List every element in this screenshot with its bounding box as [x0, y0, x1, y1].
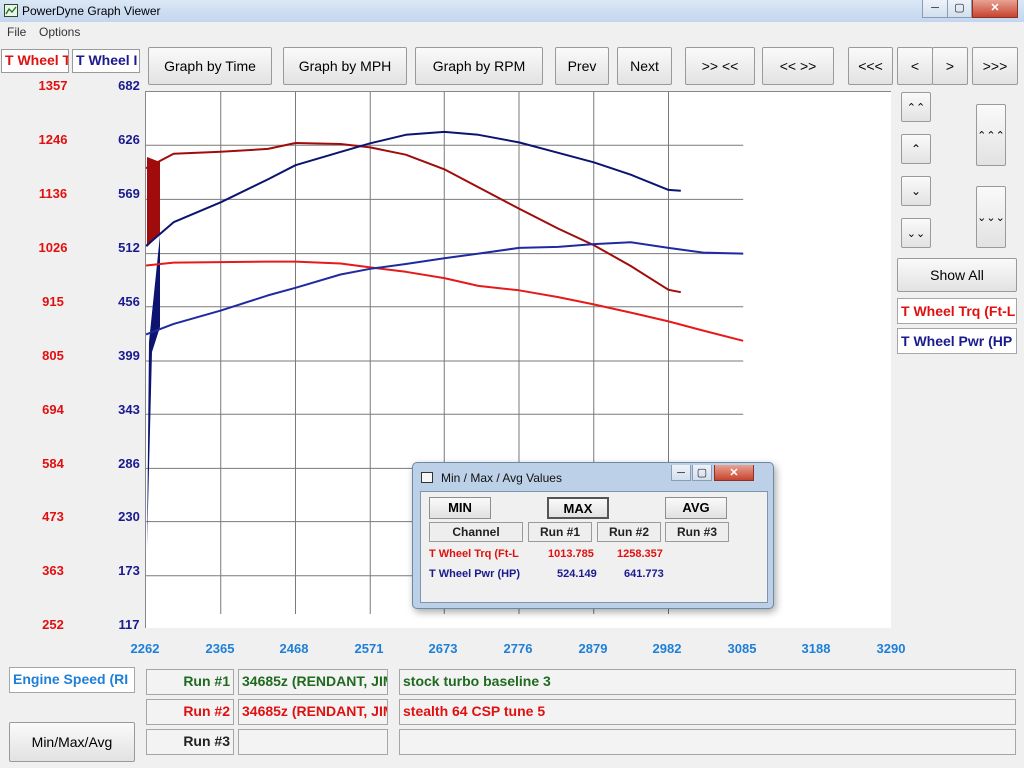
run1-description: stock turbo baseline 3	[399, 669, 1016, 695]
rpm-tick: 3188	[801, 641, 831, 656]
torque-tick: 1246	[38, 132, 68, 147]
run2-label: Run #2	[146, 699, 234, 725]
run1-header: Run #1	[528, 522, 592, 542]
torque-tick: 252	[42, 617, 64, 632]
torque-tick: 1136	[38, 186, 68, 201]
scroll-up-button[interactable]: ⌃	[901, 134, 931, 164]
run2-header: Run #2	[597, 522, 661, 542]
next-button[interactable]: Next	[617, 47, 672, 85]
rpm-tick: 2571	[354, 641, 384, 656]
scroll-right-button[interactable]: >	[932, 47, 968, 85]
dialog-body: MIN MAX AVG Channel Run #1 Run #2 Run #3…	[420, 491, 768, 603]
torque-tick: 805	[42, 348, 64, 363]
torque-tick: 584	[42, 456, 64, 471]
channel-header: Channel	[429, 522, 523, 542]
dialog-close-button[interactable]: ✕	[714, 465, 754, 481]
close-button[interactable]: ✕	[972, 0, 1018, 18]
torque-launch-spike	[147, 157, 160, 247]
run1-label: Run #1	[146, 669, 234, 695]
power-launch-spike	[147, 235, 160, 547]
torque-tick: 1026	[38, 240, 68, 255]
minimize-button[interactable]: ─	[922, 0, 948, 18]
rpm-tick: 2673	[428, 641, 458, 656]
torque-tick: 473	[42, 509, 64, 524]
torque-tick: 1357	[38, 78, 68, 93]
power-tick: 456	[118, 294, 140, 309]
power-tick: 343	[118, 402, 140, 417]
menu-bar: File Options	[0, 22, 1024, 42]
graph-by-time-button[interactable]: Graph by Time	[148, 47, 272, 85]
maximize-button[interactable]: ▢	[947, 0, 972, 18]
legend-power[interactable]: T Wheel Pwr (HP	[897, 328, 1017, 354]
avg-button[interactable]: AVG	[665, 497, 727, 519]
window-title: PowerDyne Graph Viewer	[22, 4, 161, 18]
torque-tick: 694	[42, 402, 64, 417]
run1-file: 34685z (RENDANT, JIM	[238, 669, 388, 695]
min-max-avg-dialog: Min / Max / Avg Values ─ ▢ ✕ MIN MAX AVG…	[412, 462, 774, 609]
scroll-far-left-button[interactable]: <<<	[848, 47, 893, 85]
min-max-avg-button[interactable]: Min/Max/Avg	[9, 722, 135, 762]
power-tick: 682	[118, 78, 140, 93]
power-tick: 286	[118, 456, 140, 471]
torque-run2-value: 1258.357	[617, 548, 663, 560]
power-tick: 569	[118, 186, 140, 201]
title-bar: PowerDyne Graph Viewer ─ ▢ ✕	[0, 0, 1024, 22]
power-tick: 512	[118, 240, 140, 255]
dialog-window-icon	[421, 472, 433, 483]
rpm-tick: 3085	[727, 641, 757, 656]
scroll-down-button[interactable]: ⌄	[901, 176, 931, 206]
menu-file[interactable]: File	[7, 25, 26, 39]
zoom-out-button[interactable]: << >>	[762, 47, 834, 85]
run2-file: 34685z (RENDANT, JIM	[238, 699, 388, 725]
run2-description: stealth 64 CSP tune 5	[399, 699, 1016, 725]
power-tick: 399	[118, 348, 140, 363]
torque-channel-name: T Wheel Trq (Ft-L	[429, 548, 519, 560]
prev-button[interactable]: Prev	[555, 47, 609, 85]
power-run2-line	[145, 130, 681, 247]
app-icon	[4, 4, 18, 17]
rpm-tick: 2776	[503, 641, 533, 656]
legend-torque[interactable]: T Wheel Trq (Ft-L	[897, 298, 1017, 324]
run3-description	[399, 729, 1016, 755]
max-button[interactable]: MAX	[547, 497, 609, 519]
power-tick: 173	[118, 563, 140, 578]
rpm-tick: 2262	[130, 641, 160, 656]
dialog-title: Min / Max / Avg Values	[441, 471, 562, 485]
run3-label: Run #3	[146, 729, 234, 755]
power-channel-tab[interactable]: T Wheel I	[72, 49, 140, 73]
scroll-far-right-button[interactable]: >>>	[972, 47, 1018, 85]
show-all-button[interactable]: Show All	[897, 258, 1017, 292]
torque-tick: 915	[42, 294, 64, 309]
torque-tick: 363	[42, 563, 64, 578]
power-tick: 230	[118, 509, 140, 524]
scroll-down-fast-button[interactable]: ⌄⌄	[901, 218, 931, 248]
rpm-tick: 2468	[279, 641, 309, 656]
scroll-up-fast-button[interactable]: ⌃⌃	[901, 92, 931, 122]
torque-channel-tab[interactable]: T Wheel T	[1, 49, 69, 73]
menu-options[interactable]: Options	[39, 25, 80, 39]
run3-header: Run #3	[665, 522, 729, 542]
scroll-left-button[interactable]: <	[897, 47, 933, 85]
min-button[interactable]: MIN	[429, 497, 491, 519]
graph-by-rpm-button[interactable]: Graph by RPM	[415, 47, 543, 85]
dialog-minimize-button[interactable]: ─	[671, 465, 691, 481]
scroll-up-fastest-button[interactable]: ⌃⌃⌃	[976, 104, 1006, 166]
rpm-tick: 2365	[205, 641, 235, 656]
power-run1-value: 524.149	[557, 568, 597, 580]
power-tick: 117	[118, 617, 140, 632]
power-tick: 626	[118, 132, 140, 147]
scroll-down-fastest-button[interactable]: ⌄⌄⌄	[976, 186, 1006, 248]
run3-file	[238, 729, 388, 755]
power-run2-value: 641.773	[624, 568, 664, 580]
power-channel-name: T Wheel Pwr (HP)	[429, 568, 521, 580]
torque-run1-value: 1013.785	[548, 548, 594, 560]
rpm-tick: 2982	[652, 641, 682, 656]
graph-by-mph-button[interactable]: Graph by MPH	[283, 47, 407, 85]
x-channel-selector[interactable]: Engine Speed (RI	[9, 667, 135, 693]
dialog-maximize-button[interactable]: ▢	[692, 465, 712, 481]
rpm-tick: 2879	[578, 641, 608, 656]
zoom-in-button[interactable]: >> <<	[685, 47, 755, 85]
rpm-tick: 3290	[876, 641, 906, 656]
